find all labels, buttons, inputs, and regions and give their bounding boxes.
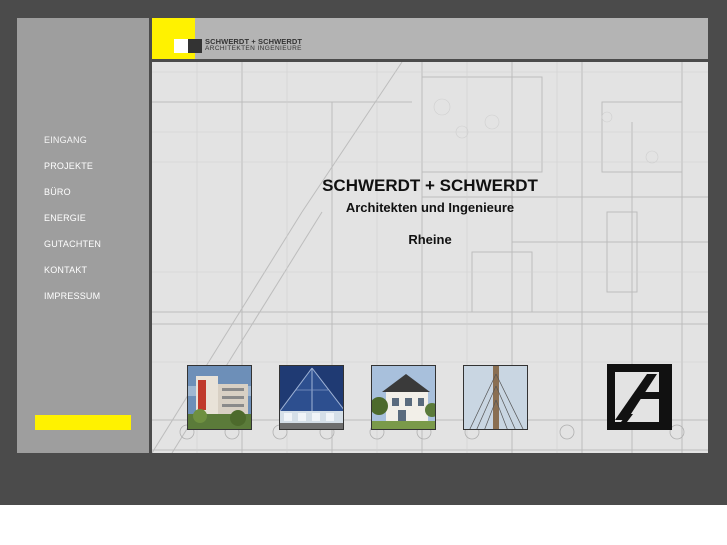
nav-item-impressum[interactable]: IMPRESSUM [44,290,101,316]
site-location: Rheine [408,232,452,247]
logo-wordmark[interactable]: SCHWERDT + SCHWERDT ARCHITEKTEN INGENIEU… [205,38,302,52]
logo-line-1: SCHWERDT + SCHWERDT [205,37,303,46]
site-title: SCHWERDT + SCHWERDT [322,176,538,195]
project-thumbnail-1[interactable] [187,365,252,430]
project-thumbnail-4[interactable] [463,365,528,430]
logo-dark-square [188,39,202,53]
nav-item-energie[interactable]: ENERGIE [44,212,101,238]
sidebar: EINGANG PROJEKTE BÜRO ENERGIE GUTACHTEN … [17,18,149,453]
project-thumbnail-2[interactable] [279,365,344,430]
main-content: SCHWERDT + SCHWERDT Architekten und Inge… [152,62,708,453]
nav-item-gutachten[interactable]: GUTACHTEN [44,238,101,264]
nav-item-projekte[interactable]: PROJEKTE [44,160,101,186]
header: SCHWERDT + SCHWERDT ARCHITEKTEN INGENIEU… [152,18,708,59]
project-thumbnail-3[interactable] [371,365,436,430]
nav-item-kontakt[interactable]: KONTAKT [44,264,101,290]
logo-line-2: ARCHITEKTEN INGENIEURE [205,45,302,52]
accent-bar [35,415,131,430]
nav-item-eingang[interactable]: EINGANG [44,134,101,160]
nav-item-buero[interactable]: BÜRO [44,186,101,212]
site-subtitle: Architekten und Ingenieure [345,200,515,215]
architect-emblem-icon [607,364,672,430]
logo-squares-icon [174,39,189,53]
main-navigation: EINGANG PROJEKTE BÜRO ENERGIE GUTACHTEN … [44,134,101,316]
